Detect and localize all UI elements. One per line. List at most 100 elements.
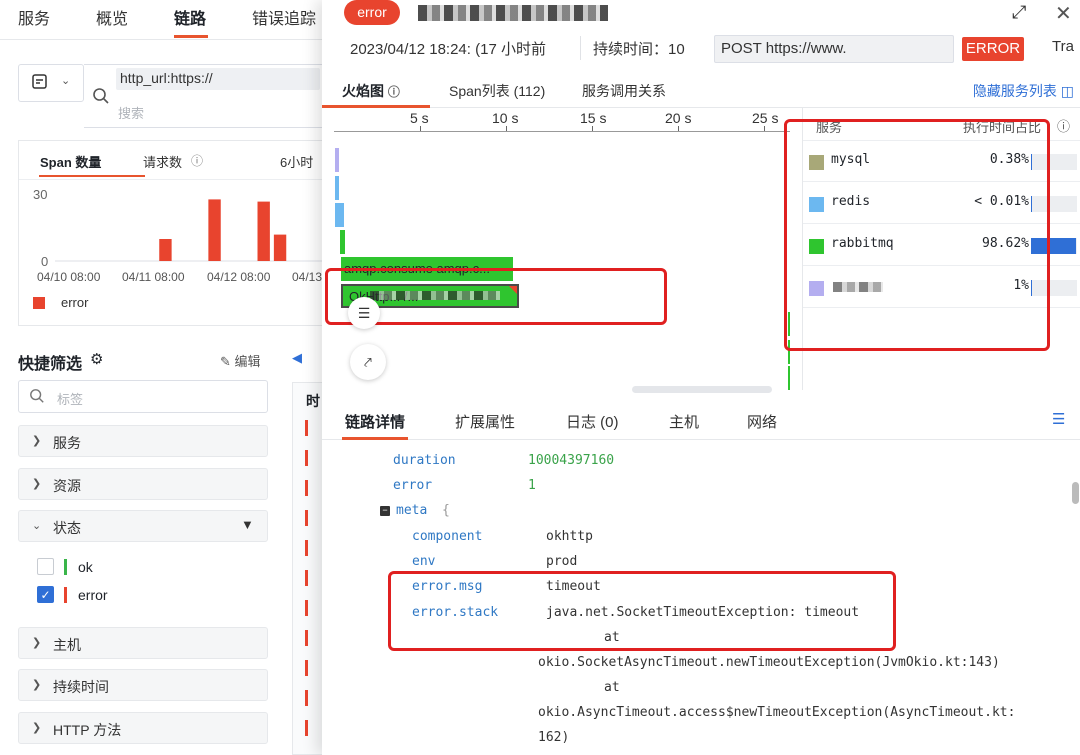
close-icon[interactable]: ✕ bbox=[1055, 1, 1072, 26]
facet-label: HTTP 方法 bbox=[53, 722, 122, 738]
field-value: 1 bbox=[528, 478, 536, 493]
nav-tab-traces[interactable]: 链路 bbox=[174, 5, 206, 29]
collapse-toggle-icon[interactable]: − bbox=[380, 506, 390, 516]
status-error-label: error bbox=[78, 587, 108, 603]
highlight-box-error-stack bbox=[388, 571, 896, 651]
legend-error-label: error bbox=[61, 295, 89, 310]
edit-label: 编辑 bbox=[234, 354, 261, 369]
y-tick-label: 0 bbox=[41, 254, 48, 269]
info-icon: ⓘ bbox=[1057, 119, 1071, 134]
brace: { bbox=[442, 503, 450, 518]
ruler-tick bbox=[420, 126, 421, 131]
hide-service-list-label: 隐藏服务列表 bbox=[972, 83, 1057, 99]
status-error-color bbox=[64, 587, 67, 603]
nav-tab-error-tracking[interactable]: 错误追踪 bbox=[252, 5, 316, 29]
edit-button[interactable]: ✎ 编辑 bbox=[220, 351, 261, 370]
collapse-panel-icon[interactable]: ◀ bbox=[292, 350, 302, 366]
ruler-tick bbox=[592, 126, 593, 131]
highlight-box-service-ratio bbox=[784, 119, 1050, 351]
stack-line: okio.SocketAsyncTimeout.newTimeoutExcept… bbox=[538, 655, 1000, 670]
method-url-text: POST https://www. bbox=[721, 40, 847, 57]
nav-active-underline bbox=[174, 35, 208, 38]
clear-filter-icon[interactable]: ▼ bbox=[241, 517, 254, 532]
error-bar bbox=[257, 201, 270, 261]
field-key: env bbox=[412, 554, 436, 569]
trace-id-truncated: Tra bbox=[1052, 38, 1074, 55]
status-ok-checkbox[interactable] bbox=[37, 558, 54, 575]
horizontal-scrollbar[interactable] bbox=[632, 386, 772, 393]
vertical-scrollbar[interactable] bbox=[1072, 482, 1079, 504]
error-bar bbox=[273, 234, 287, 261]
facet-http-method[interactable]: ❯ HTTP 方法 bbox=[18, 712, 268, 744]
status-ok-label: ok bbox=[78, 559, 93, 575]
gear-icon[interactable]: ⚙ bbox=[90, 350, 103, 368]
ruler-tick-label: 15 s bbox=[580, 110, 607, 126]
facet-service[interactable]: ❯ 服务 bbox=[18, 425, 268, 457]
hide-service-list-link[interactable]: 隐藏服务列表 ◫ bbox=[973, 81, 1074, 101]
view-tabs: 火焰图 ⓘ Span列表 (112) 服务调用关系 隐藏服务列表 ◫ bbox=[322, 72, 1080, 108]
facet-status[interactable]: ⌄ 状态 ▼ bbox=[18, 510, 268, 542]
span-list-icon[interactable]: ☰ bbox=[348, 297, 380, 329]
facet-resource[interactable]: ❯ 资源 bbox=[18, 468, 268, 500]
tag-search-input[interactable]: 标签 bbox=[18, 380, 268, 413]
time-range-select[interactable]: 6小时 bbox=[280, 152, 313, 171]
flame-span-bar[interactable] bbox=[335, 148, 339, 172]
pencil-icon: ✎ bbox=[220, 354, 231, 369]
tab-host[interactable]: 主机 bbox=[669, 411, 699, 432]
tab-trace-detail[interactable]: 链路详情 bbox=[345, 411, 405, 432]
tab-service-map[interactable]: 服务调用关系 bbox=[582, 81, 666, 101]
facet-host[interactable]: ❯ 主机 bbox=[18, 627, 268, 659]
flame-span-bar[interactable] bbox=[788, 366, 790, 390]
error-bar bbox=[159, 239, 172, 261]
table-row-error-mark bbox=[305, 690, 308, 706]
table-row-error-mark bbox=[305, 660, 308, 676]
search-icon bbox=[92, 87, 110, 108]
tab-logs[interactable]: 日志 (0) bbox=[566, 411, 619, 432]
field-value: 10004397160 bbox=[528, 453, 615, 468]
chevron-right-icon: ❯ bbox=[32, 435, 42, 447]
stack-line: at bbox=[604, 680, 620, 695]
trace-duration: 持续时间：10 bbox=[593, 41, 685, 58]
facet-label: 状态 bbox=[53, 520, 81, 536]
stack-line: 162) bbox=[538, 730, 570, 745]
divider bbox=[580, 36, 581, 60]
chart-tab-span-count[interactable]: Span 数量 bbox=[40, 152, 101, 171]
expand-icon[interactable]: ⤢ bbox=[1012, 2, 1026, 23]
flame-span-bar[interactable] bbox=[335, 203, 344, 227]
nav-tab-overview[interactable]: 概览 bbox=[96, 5, 128, 29]
trace-explorer-page: 服务 概览 链路 错误追踪 ⌄ 搜索 http_url:https:// Spa… bbox=[0, 0, 322, 755]
facet-duration[interactable]: ❯ 持续时间 bbox=[18, 669, 268, 701]
nav-tab-services[interactable]: 服务 bbox=[18, 5, 50, 29]
detail-tab-underline bbox=[342, 437, 408, 440]
info-icon: ⓘ bbox=[387, 85, 400, 99]
tab-flame-graph[interactable]: 火焰图 ⓘ bbox=[342, 81, 400, 101]
ruler-tick-label: 25 s bbox=[752, 110, 779, 126]
tab-span-list[interactable]: Span列表 (112) bbox=[449, 81, 545, 101]
facet-label: 主机 bbox=[53, 637, 81, 653]
table-row-error-mark bbox=[305, 630, 308, 646]
table-row-error-mark bbox=[305, 570, 308, 586]
tab-network[interactable]: 网络 bbox=[747, 411, 777, 432]
flame-span-bar[interactable] bbox=[335, 176, 339, 200]
error-bar bbox=[208, 199, 221, 261]
detail-options-icon[interactable]: ☰ bbox=[1052, 410, 1065, 428]
ruler-tick-label: 20 s bbox=[665, 110, 692, 126]
status-error-checkbox[interactable]: ✓ bbox=[37, 586, 54, 603]
chart-tab-requests[interactable]: 请求数 bbox=[143, 152, 182, 171]
redacted-title bbox=[418, 5, 608, 21]
table-row-error-mark bbox=[305, 510, 308, 526]
stack-line: okio.AsyncTimeout.access$newTimeoutExcep… bbox=[538, 705, 1016, 720]
search-chip[interactable]: http_url:https:// bbox=[116, 68, 320, 90]
list-icon bbox=[31, 73, 49, 94]
query-type-select[interactable]: ⌄ bbox=[18, 64, 84, 102]
flame-span-bar[interactable] bbox=[340, 230, 345, 254]
field-key: meta bbox=[396, 503, 428, 518]
error-bar-chart: 30 004/10 08:00 04/11 08:00 04/12 08:00 04/1… bbox=[33, 187, 322, 284]
collapse-icon[interactable]: ⤤ bbox=[350, 344, 386, 380]
search-chip-text: http_url:https:// bbox=[120, 70, 213, 86]
trace-start-time: 2023/04/12 18:24: (17 小时前 bbox=[350, 41, 546, 58]
facet-label: 持续时间 bbox=[53, 679, 109, 695]
search-placeholder: 搜索 bbox=[118, 106, 145, 121]
tab-extended-attributes[interactable]: 扩展属性 bbox=[455, 411, 515, 432]
chart-divider bbox=[19, 179, 322, 180]
